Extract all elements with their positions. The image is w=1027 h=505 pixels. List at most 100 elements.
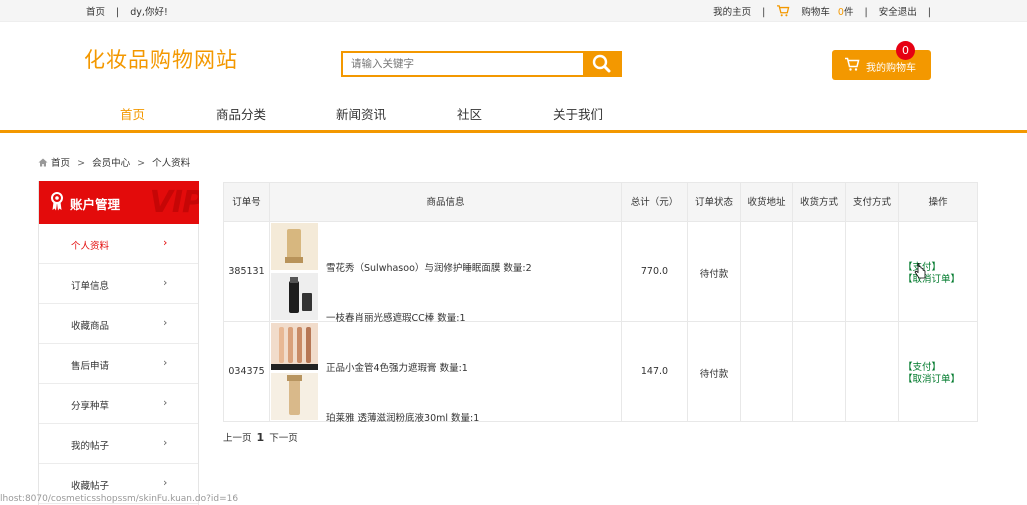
vip-watermark: VIP bbox=[149, 185, 199, 220]
sidebar-item-favorites[interactable]: 收藏商品 › bbox=[39, 304, 198, 344]
ship-cell bbox=[793, 322, 846, 422]
sidebar-item-label: 分享种草 bbox=[71, 401, 110, 412]
hand-cursor-icon bbox=[914, 263, 926, 279]
cancel-order-link[interactable]: 【取消订单】 bbox=[903, 374, 960, 386]
breadcrumb-home[interactable]: 首页 bbox=[51, 158, 70, 169]
sidebar-item-profile[interactable]: 个人资料 › bbox=[39, 224, 198, 264]
pay-cell bbox=[846, 322, 899, 422]
chevron-right-icon: › bbox=[163, 276, 168, 289]
home-icon bbox=[38, 158, 48, 167]
top-bar: 首页 | dy,你好! 我的主页 | 购物车 0件 | 安全退出 | bbox=[0, 0, 1027, 22]
top-home-link[interactable]: 首页 bbox=[86, 7, 105, 18]
sidebar-item-label: 个人资料 bbox=[71, 241, 110, 252]
table-row: 385131 雪花秀（Sulwhasoo）与润修护睡眠面膜 数量:2 一枝春肖丽… bbox=[224, 222, 977, 324]
search-icon bbox=[592, 54, 611, 73]
status-cell: 待付款 bbox=[688, 322, 741, 422]
product-thumbnail[interactable] bbox=[271, 223, 318, 270]
order-no: 385131 bbox=[228, 266, 265, 277]
top-bar-right: 我的主页 | 购物车 0件 | 安全退出 | bbox=[705, 4, 931, 18]
sidebar-item-label: 售后申请 bbox=[71, 361, 110, 372]
next-page-link[interactable]: 下一页 bbox=[269, 433, 298, 444]
sidebar-item-orders[interactable]: 订单信息 › bbox=[39, 264, 198, 304]
product-thumbnail[interactable] bbox=[271, 273, 318, 320]
logout-link[interactable]: 安全退出 bbox=[879, 7, 917, 18]
chevron-right-icon: › bbox=[163, 476, 168, 489]
nav-item-categories[interactable]: 商品分类 bbox=[216, 104, 266, 123]
account-sidebar: VIP 账户管理 个人资料 › 订单信息 › 收藏商品 › 售后申请 › 分享种… bbox=[38, 181, 199, 505]
order-total: 147.0 bbox=[640, 366, 669, 377]
col-ship: 收货方式 bbox=[793, 183, 846, 222]
divider: | bbox=[116, 7, 120, 18]
ops-cell: 【支付】 【取消订单】 bbox=[899, 222, 977, 322]
total-cell: 770.0 bbox=[622, 222, 688, 322]
sidebar-item-label: 收藏帖子 bbox=[71, 481, 110, 492]
search-input[interactable] bbox=[343, 53, 587, 75]
cart-suffix: 件 bbox=[843, 7, 854, 18]
product-thumbnail[interactable] bbox=[271, 323, 318, 370]
chevron-right-icon: › bbox=[163, 356, 168, 369]
goods-cell: 雪花秀（Sulwhasoo）与润修护睡眠面膜 数量:2 一枝春肖丽光感遮瑕CC棒… bbox=[270, 222, 622, 324]
pay-link[interactable]: 【支付】 bbox=[903, 362, 941, 374]
search-button[interactable] bbox=[583, 51, 620, 77]
nav-underline bbox=[0, 130, 1027, 133]
pagination: 上一页 1 下一页 bbox=[223, 430, 298, 444]
sidebar-item-after-sales[interactable]: 售后申请 › bbox=[39, 344, 198, 384]
site-logo[interactable]: 化妆品购物网站 bbox=[84, 44, 238, 74]
col-status: 订单状态 bbox=[688, 183, 741, 222]
divider: | bbox=[864, 7, 868, 18]
goods-name[interactable]: 珀莱雅 透薄滋润粉底液30ml 数量:1 bbox=[326, 410, 479, 424]
ops-cell: 【支付】 【取消订单】 bbox=[899, 322, 977, 422]
sidebar-item-my-posts[interactable]: 我的帖子 › bbox=[39, 424, 198, 464]
medal-icon bbox=[51, 192, 63, 211]
chevron-right-icon: › bbox=[163, 316, 168, 329]
col-total: 总计（元） bbox=[622, 183, 688, 222]
cart-icon bbox=[777, 5, 790, 17]
order-status: 待付款 bbox=[699, 269, 729, 280]
total-cell: 147.0 bbox=[622, 322, 688, 422]
main-nav: 首页 商品分类 新闻资讯 社区 关于我们 bbox=[0, 104, 1027, 130]
search-box bbox=[341, 51, 622, 77]
prev-page-link[interactable]: 上一页 bbox=[223, 433, 252, 444]
my-home-link[interactable]: 我的主页 bbox=[713, 7, 751, 18]
address-cell bbox=[741, 222, 793, 322]
col-goods: 商品信息 bbox=[270, 183, 622, 222]
chevron-right-icon: › bbox=[163, 436, 168, 449]
address-cell bbox=[741, 322, 793, 422]
breadcrumb-member-center[interactable]: 会员中心 bbox=[92, 158, 130, 169]
col-address: 收货地址 bbox=[741, 183, 793, 222]
nav-item-home[interactable]: 首页 bbox=[120, 104, 145, 123]
order-status: 待付款 bbox=[699, 369, 729, 380]
goods-name[interactable]: 雪花秀（Sulwhasoo）与润修护睡眠面膜 数量:2 bbox=[326, 260, 532, 274]
order-no-cell: 034375 bbox=[224, 322, 270, 422]
table-row: 034375 正品小金管4色强力遮瑕膏 数量:1 珀莱雅 透薄滋润粉底液30ml… bbox=[224, 322, 977, 424]
breadcrumb-separator: > bbox=[137, 158, 146, 169]
sidebar-title: 账户管理 bbox=[70, 197, 121, 212]
goods-name[interactable]: 正品小金管4色强力遮瑕膏 数量:1 bbox=[326, 360, 468, 374]
divider: | bbox=[927, 7, 931, 18]
top-bar-left: 首页 | dy,你好! bbox=[86, 4, 176, 18]
order-no: 034375 bbox=[228, 366, 265, 377]
breadcrumb-current: 个人资料 bbox=[152, 158, 191, 169]
ship-cell bbox=[793, 222, 846, 322]
col-order-no: 订单号 bbox=[224, 183, 270, 222]
greeting: dy,你好! bbox=[130, 7, 168, 18]
my-cart-button[interactable]: 我的购物车 bbox=[832, 50, 931, 80]
current-page: 1 bbox=[256, 431, 265, 444]
cancel-order-link[interactable]: 【取消订单】 bbox=[903, 274, 960, 286]
cart-icon bbox=[845, 57, 860, 71]
order-total: 770.0 bbox=[640, 266, 669, 277]
nav-item-about[interactable]: 关于我们 bbox=[553, 104, 603, 123]
chevron-right-icon: › bbox=[163, 236, 168, 249]
cart-prefix: 购物车 bbox=[801, 7, 830, 18]
product-thumbnail[interactable] bbox=[271, 373, 318, 420]
nav-item-news[interactable]: 新闻资讯 bbox=[336, 104, 386, 123]
orders-table: 订单号 商品信息 总计（元） 订单状态 收货地址 收货方式 支付方式 操作 38… bbox=[223, 182, 978, 424]
top-cart-link[interactable]: 购物车 0件 bbox=[776, 5, 856, 18]
divider: | bbox=[762, 7, 766, 18]
col-pay: 支付方式 bbox=[846, 183, 899, 222]
cart-badge: 0 bbox=[896, 41, 915, 60]
breadcrumb: 首页 > 会员中心 > 个人资料 bbox=[38, 155, 190, 169]
nav-item-community[interactable]: 社区 bbox=[457, 104, 482, 123]
sidebar-item-share[interactable]: 分享种草 › bbox=[39, 384, 198, 424]
sidebar-item-label: 收藏商品 bbox=[71, 321, 110, 332]
